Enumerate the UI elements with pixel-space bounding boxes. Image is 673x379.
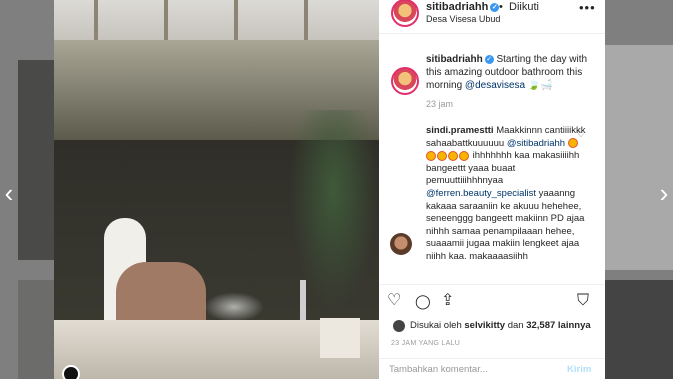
- comment-text: yaaanng kakaaa saraaniin ke akuuu hehehe…: [426, 187, 585, 262]
- photo-beam: [164, 0, 168, 40]
- likes-count-link[interactable]: 32,587: [526, 320, 555, 331]
- likes-summary: Disukai oleh selvikitty dan 32,587 lainn…: [410, 320, 591, 331]
- caption-time: 23 jam: [426, 99, 454, 109]
- verified-icon: ✓: [484, 54, 494, 64]
- avatar[interactable]: [391, 0, 419, 27]
- photo-towel-stack: [320, 318, 360, 358]
- likes-conj: dan: [507, 320, 524, 331]
- like-heart-icon[interactable]: ♡: [387, 291, 401, 311]
- separator-dot: •: [499, 1, 503, 13]
- photo-beam: [234, 0, 238, 40]
- post-photo: [54, 0, 379, 379]
- photo-shower-spray: [204, 292, 264, 322]
- tagged-users-icon[interactable]: [62, 365, 80, 379]
- save-bookmark-icon[interactable]: ⛉: [577, 291, 589, 311]
- photo-beam: [94, 0, 98, 40]
- next-post-arrow-icon[interactable]: ›: [655, 178, 673, 208]
- post-side-panel: sitibadriahh ✓ • Diikuti Desa Visesa Ubud…: [379, 0, 605, 379]
- caption-mention[interactable]: @desavisesa: [465, 80, 525, 91]
- comment-avatar[interactable]: [390, 233, 412, 255]
- header-username[interactable]: sitibadriahh ✓: [426, 1, 500, 13]
- comment: sindi.pramestti Maakkinnn cantiiiikkk sa…: [426, 125, 586, 264]
- comment-mention[interactable]: @sitibadriahh: [507, 138, 565, 149]
- post-header: sitibadriahh ✓ • Diikuti Desa Visesa Ubud…: [379, 0, 605, 34]
- username-text[interactable]: sitibadriahh: [426, 1, 488, 13]
- likes-user-link[interactable]: selvikitty: [464, 320, 505, 331]
- caption: sitibadriahh ✓ Starting the day with this…: [426, 53, 596, 92]
- emoji-icon: [437, 150, 447, 161]
- background-post-thumbnail: [18, 280, 54, 379]
- post-comment-button[interactable]: Kirim: [567, 364, 591, 375]
- background-post-thumbnail: [605, 45, 673, 270]
- caption-avatar[interactable]: [391, 67, 419, 95]
- emoji-icon: [426, 150, 436, 161]
- add-comment-bar: Kirim: [379, 358, 605, 379]
- likes-suffix[interactable]: lainnya: [558, 320, 591, 331]
- location-link[interactable]: Desa Visesa Ubud: [426, 14, 500, 24]
- photo-pergola: [54, 0, 379, 40]
- background-post-thumbnail: [605, 280, 673, 379]
- verified-icon: ✓: [490, 2, 500, 12]
- comment-like-heart-icon[interactable]: ♡: [577, 129, 585, 140]
- emoji-icon: [459, 150, 469, 161]
- caption-username[interactable]: sitibadriahh: [426, 54, 483, 65]
- liker-avatar[interactable]: [393, 320, 405, 332]
- background-post-thumbnail: [18, 60, 54, 260]
- likes-prefix: Disukai oleh: [410, 320, 462, 331]
- divider: [379, 284, 605, 285]
- action-bar: ♡ ◯ ⇪ ⛉: [379, 291, 605, 313]
- caption-emoji: 🍃🛁: [527, 80, 553, 91]
- follow-status-button[interactable]: Diikuti: [509, 1, 539, 13]
- previous-post-arrow-icon[interactable]: ‹: [0, 178, 18, 208]
- emoji-icon: [448, 150, 458, 161]
- comment-username[interactable]: sindi.pramestti: [426, 125, 494, 136]
- comment-input[interactable]: [389, 364, 549, 375]
- photo-beam: [304, 0, 308, 40]
- share-icon[interactable]: ⇪: [441, 291, 454, 311]
- post-timestamp: 23 JAM YANG LALU: [391, 340, 461, 347]
- more-options-icon[interactable]: •••: [579, 0, 596, 15]
- comment-mention[interactable]: @ferren.beauty_specialist: [426, 188, 536, 199]
- comment-bubble-icon[interactable]: ◯: [415, 291, 431, 311]
